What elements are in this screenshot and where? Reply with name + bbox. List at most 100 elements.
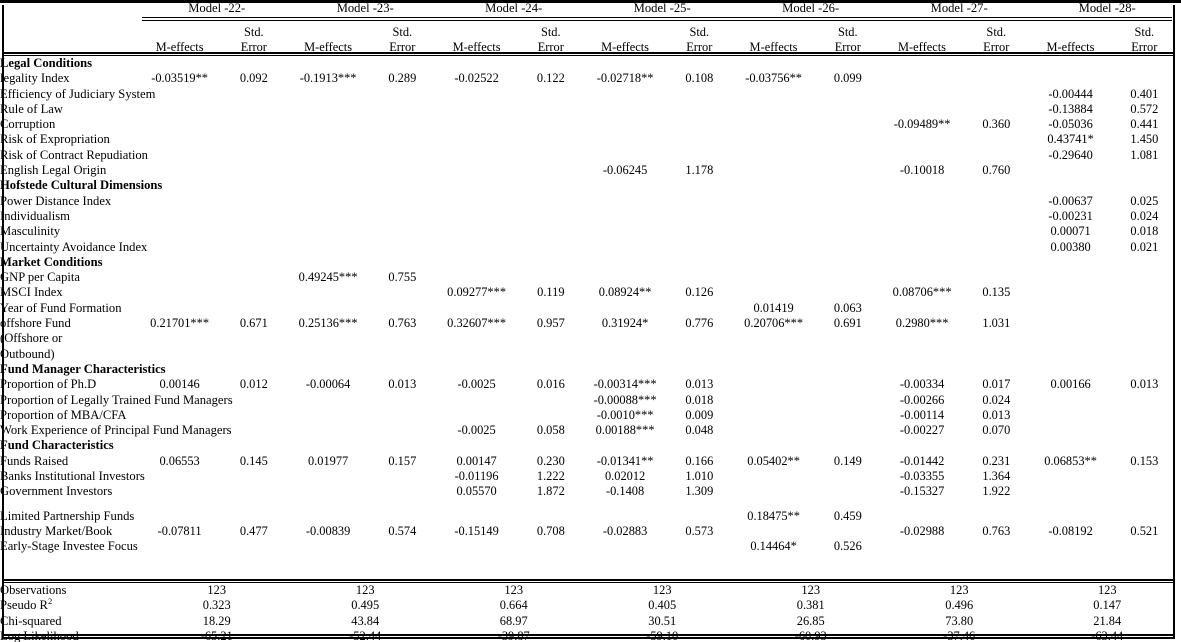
meffect-cell-24: 0.00147 <box>456 453 497 468</box>
stderr-cell-25: 0.009 <box>685 407 714 422</box>
meffect-cell-24 <box>439 225 513 240</box>
stderr-cell-23 <box>365 348 439 363</box>
header-bottom-rule-2 <box>4 55 1173 56</box>
row-label: Uncertainty Avoidance Index <box>0 239 148 254</box>
stderr-cell-22: 0.092 <box>239 71 268 86</box>
stats-value-27: 73.80 <box>945 613 974 628</box>
stderr-cell-24 <box>514 409 588 424</box>
stderr-cell-22 <box>217 88 291 103</box>
stderr-cell-26: 0.099 <box>833 71 862 86</box>
table-row: Proportion of Legally Trained Fund Manag… <box>0 392 1181 409</box>
meffect-cell-27: -0.01442 <box>899 453 945 468</box>
meffect-cell-27 <box>885 332 959 347</box>
stats-label: Observations <box>0 584 142 599</box>
table-row: (Offshore or <box>0 332 1181 347</box>
meffect-cell-26 <box>736 133 810 148</box>
row-label: Work Experience of Principal Fund Manage… <box>0 423 232 438</box>
stderr-cell-23 <box>365 302 439 317</box>
meffect-cell-23 <box>291 210 365 225</box>
stderr-cell-25: 1.178 <box>685 163 714 178</box>
stderr-cell-25 <box>662 57 736 72</box>
meffect-cell-25 <box>588 179 662 194</box>
meffect-cell-27 <box>885 348 959 363</box>
stderr-cell-22 <box>217 540 291 555</box>
meffect-cell-27: 0.08706*** <box>892 285 952 300</box>
meffect-cell-22 <box>142 439 216 454</box>
meffect-cell-28 <box>1033 348 1107 363</box>
table-row: Rule of Law -0.13884 0.572 <box>0 101 1181 118</box>
stderr-cell-25 <box>662 540 736 555</box>
table-section-row: Market Conditions <box>0 255 1181 271</box>
stats-label-text: Chi-squared <box>0 613 62 628</box>
stderr-cell-24: 0.119 <box>537 285 565 300</box>
stderr-cell-24 <box>514 394 588 409</box>
meffect-cell-22 <box>142 164 216 179</box>
row-label: MSCI Index <box>0 285 63 300</box>
stderr-cell-23 <box>365 103 439 118</box>
stderr-cell-25: 0.573 <box>685 523 714 538</box>
stderr-cell-24 <box>514 149 588 164</box>
meffect-cell-27 <box>885 195 959 210</box>
table-spacer-row <box>0 501 1181 510</box>
header-corner-blank <box>0 2 142 17</box>
stderr-cell-25 <box>662 118 736 133</box>
stderr-cell-28 <box>1108 317 1181 332</box>
table-row: Corruption -0.09489** 0.360 -0.05036 0.441 <box>0 118 1181 133</box>
stderr-cell-22 <box>217 225 291 240</box>
stderr-cell-23: 0.755 <box>388 270 417 285</box>
meffect-cell-23: -0.1913*** <box>299 71 357 86</box>
stderr-cell-26 <box>811 57 885 72</box>
stderr-cell-22: 0.477 <box>239 523 268 538</box>
meffect-cell-24 <box>439 271 513 286</box>
stderr-cell-22 <box>217 133 291 148</box>
meffect-cell-28 <box>1033 271 1107 286</box>
body-table: Legal Conditions legality Index -0.03519**… <box>0 57 1181 556</box>
stderr-cell-26 <box>811 470 885 485</box>
stderr-label-line1-22: Std. <box>244 25 264 39</box>
meffect-cell-28 <box>1033 179 1107 194</box>
stderr-cell-22 <box>217 179 291 194</box>
stats-value-27: 123 <box>949 583 969 597</box>
meffect-cell-28: -0.13884 <box>1048 101 1093 116</box>
meffect-cell-28: -0.08192 <box>1048 523 1093 538</box>
row-label: Early-Stage Investee Focus <box>0 539 138 554</box>
stderr-cell-27 <box>959 57 1033 72</box>
stderr-cell-27: 0.024 <box>982 392 1011 407</box>
row-label: Government Investors <box>0 484 113 499</box>
meffect-cell-28: 0.00071 <box>1050 224 1091 239</box>
stats-value-24: 68.97 <box>499 613 528 628</box>
meffect-cell-26 <box>736 286 810 301</box>
meffect-cell-26 <box>736 363 810 378</box>
stderr-cell-23 <box>365 510 439 525</box>
stderr-cell-28: 0.025 <box>1130 193 1159 208</box>
stderr-cell-28 <box>1108 470 1181 485</box>
stderr-cell-27 <box>959 302 1033 317</box>
stderr-cell-24 <box>514 363 588 378</box>
row-label: Corruption <box>0 117 56 132</box>
row-label: Risk of Contract Repudiation <box>0 147 148 162</box>
meffect-cell-24: 0.09277*** <box>447 285 507 300</box>
stderr-cell-26 <box>811 424 885 439</box>
meffect-cell-27 <box>885 103 959 118</box>
meffect-cell-25 <box>588 241 662 256</box>
meffect-cell-26 <box>736 424 810 439</box>
stderr-cell-27 <box>959 241 1033 256</box>
stderr-cell-22 <box>217 510 291 525</box>
meffect-cell-27 <box>885 210 959 225</box>
meffect-cell-28 <box>1033 57 1107 72</box>
meffect-cell-23 <box>291 363 365 378</box>
stats-value-23: 123 <box>355 583 375 597</box>
stderr-cell-24 <box>514 302 588 317</box>
meffect-cell-22: 0.21701*** <box>150 316 210 331</box>
stderr-cell-22 <box>217 286 291 301</box>
table-row: Masculinity 0.00071 0.018 <box>0 225 1181 240</box>
meffect-cell-22: -0.07811 <box>157 523 202 538</box>
meffect-cell-26: -0.03756** <box>745 71 802 86</box>
stderr-cell-23: 0.157 <box>388 453 417 468</box>
meffect-cell-22 <box>142 332 216 347</box>
meffect-cell-23: -0.00839 <box>305 523 351 538</box>
stderr-cell-23 <box>365 470 439 485</box>
stderr-cell-26 <box>811 225 885 240</box>
meffect-cell-24 <box>439 210 513 225</box>
stderr-cell-25: 0.166 <box>685 453 714 468</box>
